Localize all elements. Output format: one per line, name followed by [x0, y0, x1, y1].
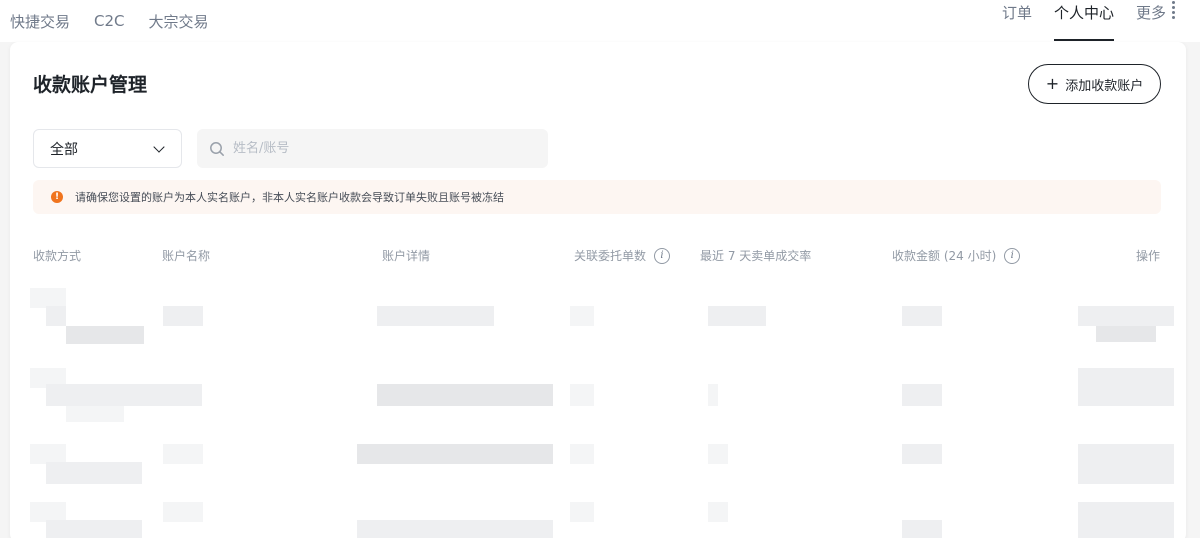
info-icon[interactable]: i: [1004, 247, 1021, 264]
nav-quick-trade[interactable]: 快捷交易: [10, 11, 70, 32]
more-vertical-icon: [1168, 0, 1178, 20]
col-payment-method: 收款方式: [33, 249, 82, 263]
nav-orders[interactable]: 订单: [1002, 0, 1032, 42]
search-box[interactable]: [197, 129, 548, 168]
nav-more-label: 更多: [1135, 4, 1166, 22]
table-row: [10, 362, 1186, 434]
col-account-name: 账户名称: [162, 249, 211, 263]
chevron-down-icon: [153, 141, 165, 153]
col-completion-rate: 最近 7 天卖单成交率: [700, 249, 812, 263]
nav-left: 快捷交易 C2C 大宗交易: [10, 0, 209, 42]
search-input[interactable]: [233, 141, 533, 156]
notice-text: 请确保您设置的账户为本人实名账户，非本人实名账户收款会导致订单失败且账号被冻结: [75, 191, 504, 204]
page-title: 收款账户管理: [33, 74, 148, 96]
warning-notice: ! 请确保您设置的账户为本人实名账户，非本人实名账户收款会导致订单失败且账号被冻…: [33, 180, 1161, 214]
col-linked-ads: 关联委托单数 i: [574, 247, 671, 264]
table-row: [10, 498, 1186, 538]
notification-dot: [1172, 1, 1175, 4]
add-button-label: 添加收款账户: [1065, 78, 1144, 94]
col-linked-ads-label: 关联委托单数: [574, 249, 647, 263]
table-row: [10, 282, 1186, 354]
top-nav: 快捷交易 C2C 大宗交易 订单 个人中心 更多: [0, 0, 1200, 42]
plus-icon: +: [1045, 74, 1060, 93]
payment-method-filter[interactable]: 全部: [33, 129, 182, 168]
nav-block-trade[interactable]: 大宗交易: [149, 11, 209, 32]
search-icon: [210, 141, 224, 156]
col-amount-24h-label: 收款金额 (24 小时): [892, 249, 997, 263]
warning-icon: !: [51, 191, 63, 203]
nav-more[interactable]: 更多: [1136, 0, 1178, 42]
col-account-details: 账户详情: [382, 249, 431, 263]
col-amount-24h: 收款金额 (24 小时) i: [892, 247, 1021, 264]
nav-c2c[interactable]: C2C: [94, 12, 125, 30]
payment-accounts-card: 收款账户管理 + 添加收款账户 全部 ! 请确保您设置的账户为本人实名账户，非本…: [10, 42, 1186, 538]
col-actions: 操作: [1135, 249, 1160, 263]
nav-profile[interactable]: 个人中心: [1053, 0, 1114, 42]
filter-value: 全部: [50, 141, 78, 158]
info-icon[interactable]: i: [654, 247, 671, 264]
add-payment-account-button[interactable]: + 添加收款账户: [1028, 64, 1161, 104]
table-header: 收款方式 账户名称 账户详情 关联委托单数 i 最近 7 天卖单成交率 收款金额…: [10, 247, 1186, 269]
nav-right: 订单 个人中心 更多: [1002, 0, 1178, 42]
